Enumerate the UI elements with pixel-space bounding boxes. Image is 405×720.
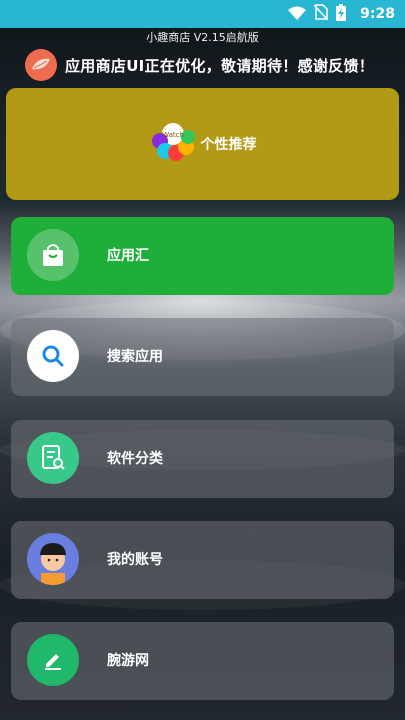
notice-banner: 应用商店UI正在优化，敬请期待！感谢反馈！ <box>25 48 395 82</box>
menu-label: 我的账号 <box>107 552 163 568</box>
notice-text: 应用商店UI正在优化，敬请期待！感谢反馈！ <box>65 56 375 75</box>
menu-item-app-hub[interactable]: 应用汇 <box>11 217 394 295</box>
edit-icon <box>27 634 79 686</box>
menu-label: 腕游网 <box>107 653 149 669</box>
menu-item-wrist-games[interactable]: 腕游网 <box>11 622 394 700</box>
app-title: 小趣商店 V2.15启航版 <box>146 31 259 44</box>
menu-label: 应用汇 <box>107 248 149 264</box>
status-bar: 9:28 <box>0 0 405 28</box>
shopping-bag-icon <box>27 229 79 281</box>
wifi-icon <box>288 5 307 24</box>
menu-item-account[interactable]: 我的账号 <box>11 521 394 599</box>
watch-logo-icon: Watch <box>149 121 197 167</box>
app-logo-icon <box>25 49 57 81</box>
battery-charging-icon <box>336 3 347 25</box>
menu-label: 软件分类 <box>107 451 163 467</box>
status-time: 9:28 <box>360 6 395 22</box>
recommend-card[interactable]: Watch 个性推荐 <box>6 88 399 200</box>
menu-item-categories[interactable]: 软件分类 <box>11 420 394 498</box>
search-icon <box>27 330 79 382</box>
document-search-icon <box>27 432 79 484</box>
menu-item-search[interactable]: 搜索应用 <box>11 318 394 396</box>
avatar-icon <box>27 533 79 585</box>
menu-label: 搜索应用 <box>107 349 163 365</box>
no-sim-icon <box>313 4 329 24</box>
recommend-label: 个性推荐 <box>200 137 257 153</box>
watch-logo-text: Watch <box>162 131 184 139</box>
